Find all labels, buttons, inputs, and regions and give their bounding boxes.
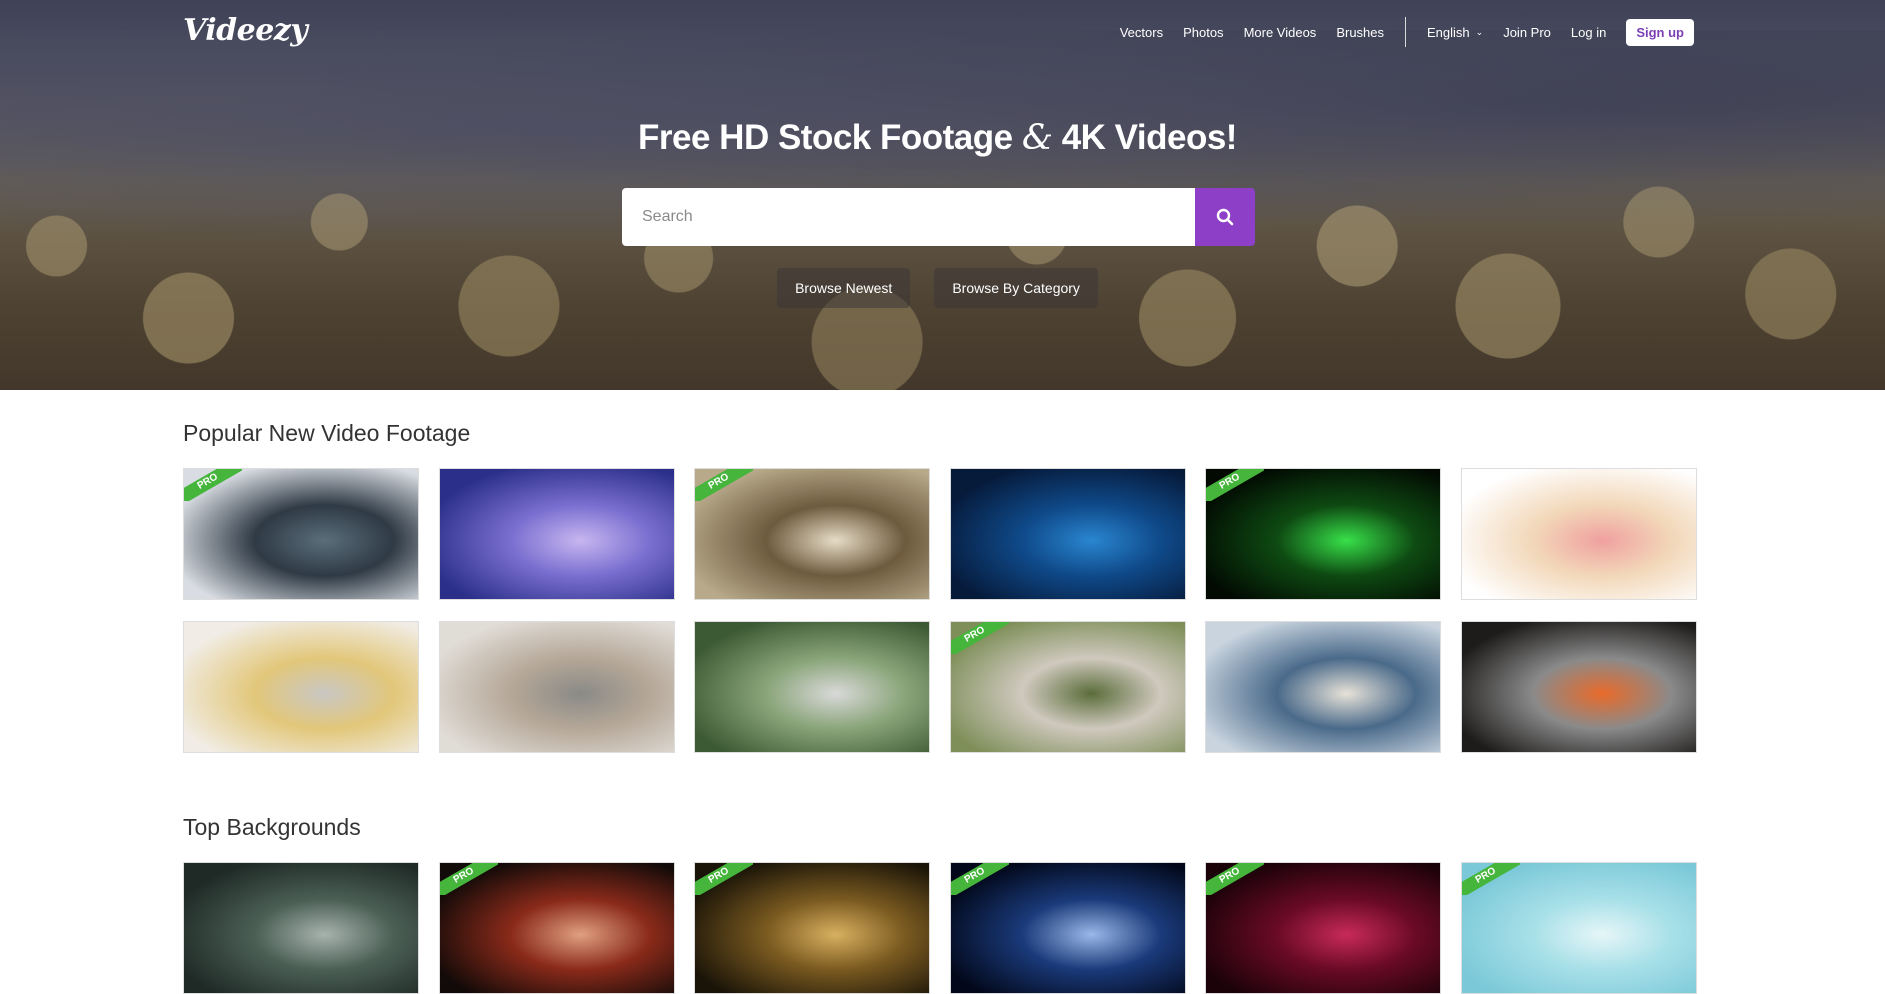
- pro-badge: PRO: [695, 863, 753, 895]
- pro-badge-label: PRO: [695, 469, 753, 501]
- thumbnail-image: [1206, 622, 1440, 752]
- search-icon: [1216, 208, 1234, 226]
- hero-banner: Videezy Vectors Photos More Videos Brush…: [0, 0, 1885, 390]
- pro-badge: PRO: [695, 469, 753, 501]
- nav-link-photos[interactable]: Photos: [1183, 25, 1223, 40]
- nav-divider: [1405, 17, 1407, 47]
- pro-badge-label: PRO: [951, 863, 1009, 895]
- signup-button[interactable]: Sign up: [1626, 18, 1694, 46]
- popular-video-grid: PRO PRO PRO PRO: [183, 468, 1697, 754]
- thumbnail-image: [695, 622, 929, 752]
- video-thumbnail-stressed-man-laptop[interactable]: [1205, 621, 1441, 753]
- language-label: English: [1427, 24, 1470, 40]
- video-thumbnail-circuit-board[interactable]: [183, 862, 419, 994]
- nav-links: Vectors Photos More Videos Brushes Engli…: [1100, 17, 1694, 47]
- section-title-popular: Popular New Video Footage: [183, 420, 471, 446]
- pro-badge-label: PRO: [1462, 863, 1520, 895]
- browse-buttons: Browse Newest Browse By Category: [0, 268, 1875, 308]
- search-input[interactable]: [622, 188, 1195, 246]
- nav-link-vectors[interactable]: Vectors: [1120, 25, 1163, 40]
- pro-badge-label: PRO: [440, 863, 498, 895]
- video-thumbnail-laboratory-workers[interactable]: PRO: [694, 468, 930, 600]
- pro-badge: PRO: [1462, 863, 1520, 895]
- nav-link-more-videos[interactable]: More Videos: [1244, 25, 1317, 40]
- nav-link-brushes[interactable]: Brushes: [1336, 25, 1384, 40]
- pro-badge-label: PRO: [951, 622, 1009, 654]
- pro-badge: PRO: [951, 622, 1009, 654]
- browse-category-button[interactable]: Browse By Category: [934, 268, 1098, 308]
- video-thumbnail-woman-outdoor-desk[interactable]: [694, 621, 930, 753]
- section-title-backgrounds: Top Backgrounds: [183, 814, 361, 840]
- video-thumbnail-couple-sofa[interactable]: [439, 621, 675, 753]
- video-thumbnail-bokeh-lights[interactable]: PRO: [439, 862, 675, 994]
- video-thumbnail-green-sphere[interactable]: PRO: [1205, 468, 1441, 600]
- thumbnail-image: [440, 469, 674, 599]
- video-thumbnail-golden-particles[interactable]: PRO: [694, 862, 930, 994]
- language-selector[interactable]: English ⌄: [1427, 25, 1483, 40]
- video-thumbnail-scientist-microscope[interactable]: PRO: [183, 468, 419, 600]
- hero-title: Free HD Stock Footage & 4K Videos!: [638, 118, 1237, 158]
- video-thumbnail-blue-virus[interactable]: [950, 468, 1186, 600]
- video-thumbnail-lab-test-tubes[interactable]: [439, 468, 675, 600]
- pro-badge: PRO: [1206, 863, 1264, 895]
- thumbnail-image: [951, 469, 1185, 599]
- video-thumbnail-red-abstract[interactable]: PRO: [1205, 862, 1441, 994]
- search-button[interactable]: [1195, 188, 1255, 246]
- pro-badge-label: PRO: [184, 469, 242, 501]
- pro-badge-label: PRO: [1206, 469, 1264, 501]
- join-pro-link[interactable]: Join Pro: [1503, 25, 1551, 40]
- thumbnail-image: [1462, 469, 1696, 599]
- thumbnail-image: [1462, 622, 1696, 752]
- video-thumbnail-earth-space[interactable]: PRO: [950, 862, 1186, 994]
- pro-badge: PRO: [951, 863, 1009, 895]
- thumbnail-image: [184, 622, 418, 752]
- browse-newest-button[interactable]: Browse Newest: [777, 268, 911, 308]
- top-navigation: Videezy Vectors Photos More Videos Brush…: [0, 0, 1885, 66]
- pro-badge: PRO: [1206, 469, 1264, 501]
- video-thumbnail-online-shopping-illustration[interactable]: [1461, 468, 1697, 600]
- search-bar: [622, 188, 1255, 246]
- video-thumbnail-cleaning-glove[interactable]: [1461, 621, 1697, 753]
- video-thumbnail-sky-sun[interactable]: PRO: [1461, 862, 1697, 994]
- videezy-logo[interactable]: Videezy: [183, 13, 308, 48]
- chevron-down-icon: ⌄: [1475, 26, 1484, 37]
- thumbnail-image: [184, 863, 418, 993]
- video-thumbnail-woman-mask-thumbs-up[interactable]: PRO: [950, 621, 1186, 753]
- video-thumbnail-laptop-typing[interactable]: [183, 621, 419, 753]
- pro-badge-label: PRO: [1206, 863, 1264, 895]
- thumbnail-image: [440, 622, 674, 752]
- pro-badge: PRO: [440, 863, 498, 895]
- login-link[interactable]: Log in: [1571, 25, 1606, 40]
- backgrounds-video-grid: PRO PRO PRO PRO PRO: [183, 862, 1697, 994]
- pro-badge-label: PRO: [695, 863, 753, 895]
- pro-badge: PRO: [184, 469, 242, 501]
